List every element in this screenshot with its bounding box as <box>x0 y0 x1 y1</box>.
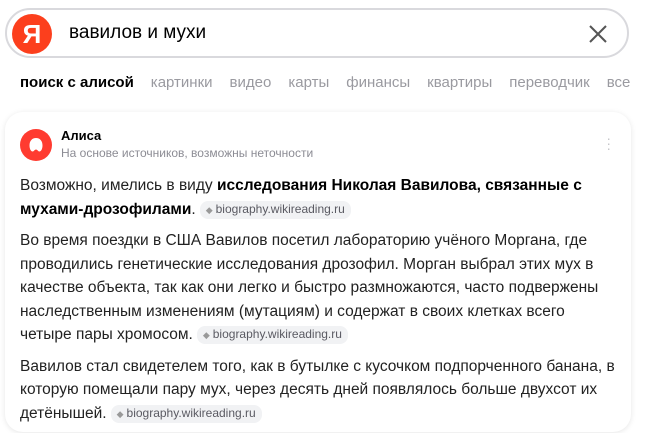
search-bar[interactable]: Я вавилов и мухи <box>5 8 629 58</box>
search-input[interactable]: вавилов и мухи <box>69 22 206 44</box>
source-favicon-icon: ◆ <box>205 204 213 215</box>
tab-maps[interactable]: карты <box>288 74 329 96</box>
tab-images[interactable]: картинки <box>151 74 213 96</box>
source-link[interactable]: ◆ biography.wikireading.ru <box>110 404 262 423</box>
alice-logo-icon <box>20 129 52 161</box>
tab-video[interactable]: видео <box>230 74 272 96</box>
tab-all[interactable]: все <box>607 74 631 96</box>
source-link[interactable]: ◆ biography.wikireading.ru <box>199 200 351 219</box>
tab-apartments[interactable]: квартиры <box>427 74 492 96</box>
close-icon[interactable] <box>587 23 609 45</box>
alice-answer-card: Алиса На основе источников, возможны нет… <box>5 112 631 432</box>
alice-name: Алиса <box>61 128 102 143</box>
answer-paragraph: Во время поездки в США Вавилов посетил л… <box>20 232 599 344</box>
search-tabs: поиск с алисой картинки видео карты фина… <box>20 74 647 96</box>
tab-search-with-alice[interactable]: поиск с алисой <box>20 74 134 96</box>
answer-text: Возможно, имелись в виду исследования Ни… <box>20 174 620 433</box>
source-link[interactable]: ◆ biography.wikireading.ru <box>196 326 348 344</box>
answer-paragraph: Вавилов стал свидетелем того, как в буты… <box>20 357 615 423</box>
source-favicon-icon: ◆ <box>116 408 124 419</box>
yandex-logo[interactable]: Я <box>12 14 52 54</box>
tab-translator[interactable]: переводчик <box>509 74 589 96</box>
source-favicon-icon: ◆ <box>202 330 210 340</box>
alice-disclaimer: На основе источников, возможны неточност… <box>61 146 314 160</box>
tab-finance[interactable]: финансы <box>346 74 410 96</box>
more-options-icon[interactable]: · · · <box>606 131 611 155</box>
answer-paragraph: Возможно, имелись в виду исследования Ни… <box>20 177 582 219</box>
